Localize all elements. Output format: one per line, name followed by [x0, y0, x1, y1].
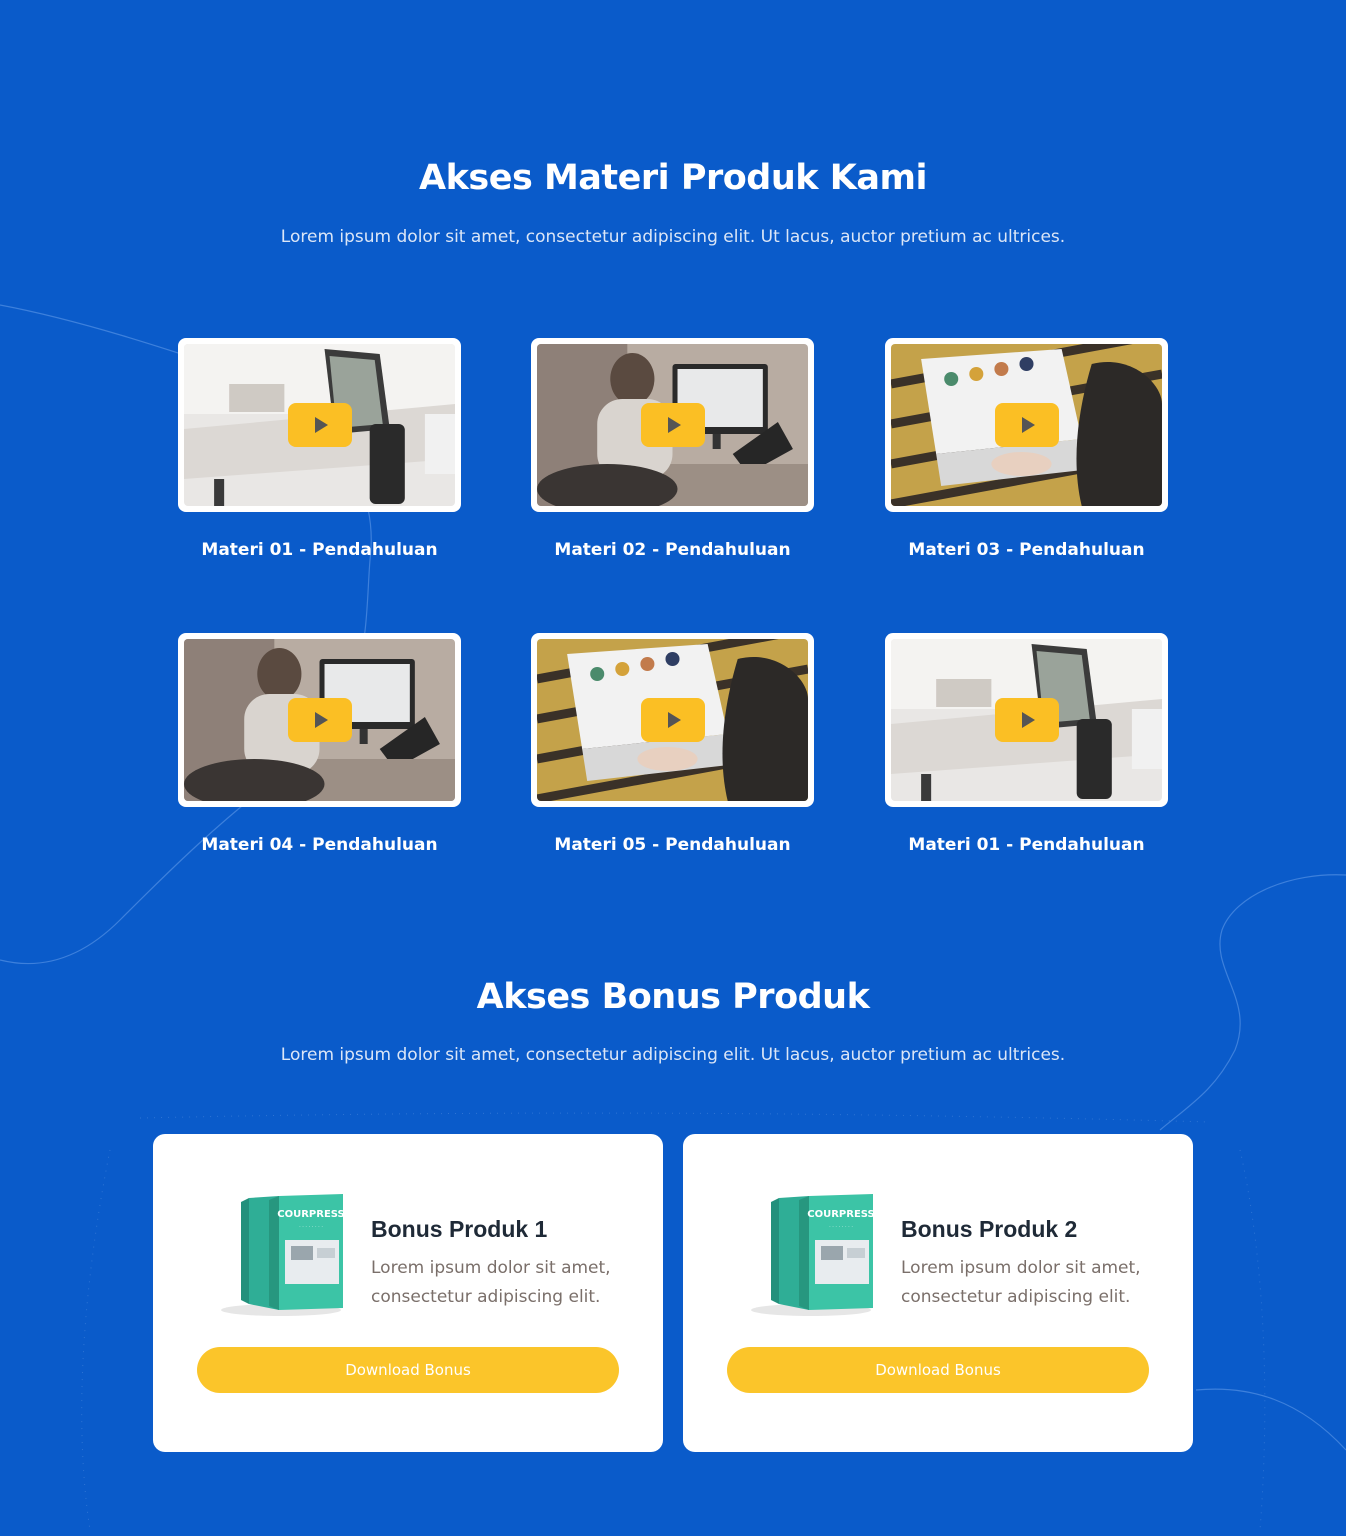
- video-card[interactable]: Materi 01 - Pendahuluan: [178, 338, 461, 560]
- svg-text:COURPRESS: COURPRESS: [277, 1209, 344, 1220]
- svg-text:· · · · · · · ·: · · · · · · · ·: [299, 1224, 323, 1230]
- bonus-title: Bonus Produk 1: [371, 1216, 548, 1242]
- video-thumbnail[interactable]: [531, 633, 814, 807]
- video-card[interactable]: Materi 04 - Pendahuluan: [178, 633, 461, 855]
- video-card[interactable]: Materi 01 - Pendahuluan: [885, 633, 1168, 855]
- materi-section-title: Akses Materi Produk Kami: [419, 158, 927, 198]
- bonus-description: Lorem ipsum dolor sit amet, consectetur …: [371, 1258, 611, 1307]
- video-card[interactable]: Materi 02 - Pendahuluan: [531, 338, 814, 560]
- bonus-description: Lorem ipsum dolor sit amet, consectetur …: [901, 1258, 1141, 1307]
- product-box-image: COURPRESS · · · · · · · ·: [751, 1192, 877, 1318]
- video-thumbnail[interactable]: [885, 338, 1168, 512]
- video-thumbnail[interactable]: [885, 633, 1168, 807]
- bonus-card: COURPRESS · · · · · · · · Bonus Produk 1…: [153, 1134, 663, 1452]
- play-icon[interactable]: [287, 403, 352, 447]
- play-icon[interactable]: [994, 403, 1059, 447]
- play-icon[interactable]: [994, 698, 1059, 742]
- video-title: Materi 02 - Pendahuluan: [554, 540, 791, 560]
- video-card[interactable]: Materi 03 - Pendahuluan: [885, 338, 1168, 560]
- svg-text:COURPRESS: COURPRESS: [807, 1209, 874, 1220]
- play-icon[interactable]: [640, 403, 705, 447]
- materi-section-subtitle: Lorem ipsum dolor sit amet, consectetur …: [280, 227, 1066, 247]
- bonus-title: Bonus Produk 2: [901, 1216, 1078, 1242]
- video-title: Materi 01 - Pendahuluan: [908, 835, 1145, 855]
- play-icon[interactable]: [640, 698, 705, 742]
- play-icon[interactable]: [287, 698, 352, 742]
- video-thumbnail[interactable]: [531, 338, 814, 512]
- download-bonus-button[interactable]: Download Bonus: [197, 1347, 619, 1393]
- video-thumbnail[interactable]: [178, 633, 461, 807]
- bonus-section-title: Akses Bonus Produk: [476, 977, 870, 1017]
- bonus-section-subtitle: Lorem ipsum dolor sit amet, consectetur …: [280, 1045, 1066, 1065]
- video-card[interactable]: Materi 05 - Pendahuluan: [531, 633, 814, 855]
- video-title: Materi 03 - Pendahuluan: [908, 540, 1145, 560]
- video-title: Materi 04 - Pendahuluan: [201, 835, 438, 855]
- svg-text:· · · · · · · ·: · · · · · · · ·: [829, 1224, 853, 1230]
- bonus-card: COURPRESS · · · · · · · · Bonus Produk 2…: [683, 1134, 1193, 1452]
- video-title: Materi 05 - Pendahuluan: [554, 835, 791, 855]
- video-title: Materi 01 - Pendahuluan: [201, 540, 438, 560]
- video-thumbnail[interactable]: [178, 338, 461, 512]
- download-bonus-button[interactable]: Download Bonus: [727, 1347, 1149, 1393]
- product-box-image: COURPRESS · · · · · · · ·: [221, 1192, 347, 1318]
